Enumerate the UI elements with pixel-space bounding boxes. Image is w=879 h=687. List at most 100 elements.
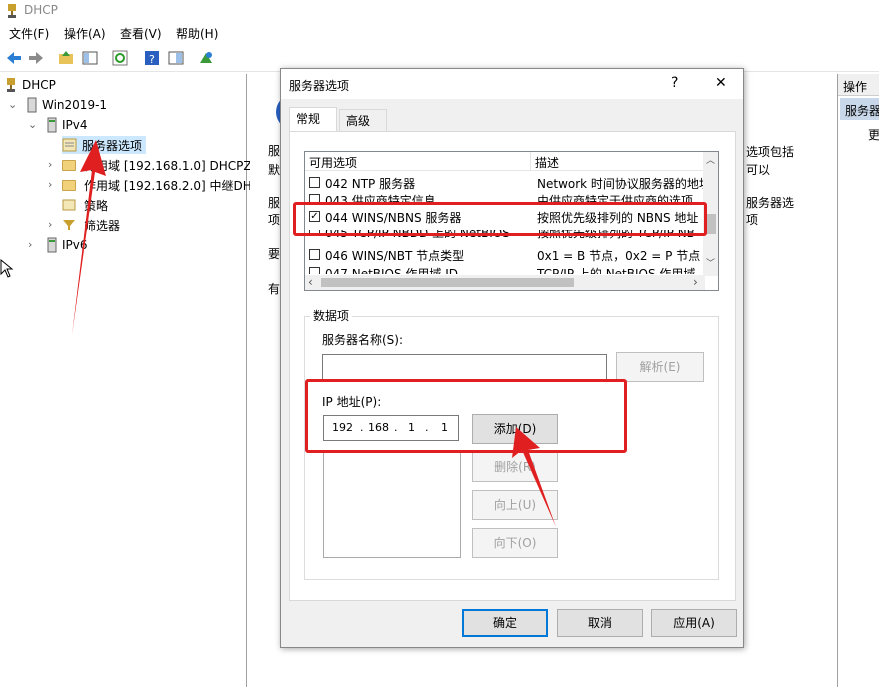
option-row-046[interactable]: 046 WINS/NBT 节点类型 0x1 = B 节点，0x2 = P 节点 bbox=[305, 246, 705, 263]
dhcp-action-icon[interactable] bbox=[197, 49, 215, 67]
option-desc: 由供应商特定于供应商的选项 bbox=[537, 194, 694, 203]
info-text-line: 默 bbox=[268, 163, 281, 177]
filter-icon bbox=[63, 220, 75, 230]
option-checkbox[interactable] bbox=[309, 194, 320, 203]
ip-octet-3: 1 bbox=[408, 421, 415, 434]
chevron-right-icon[interactable]: › bbox=[28, 238, 32, 251]
close-icon[interactable]: ✕ bbox=[715, 75, 727, 91]
resolve-button[interactable]: 解析(E) bbox=[616, 352, 704, 382]
tree-node-ipv6[interactable]: IPv6 bbox=[46, 236, 88, 254]
scroll-thumb[interactable] bbox=[321, 278, 574, 287]
tree-node-dhcp[interactable]: DHCP bbox=[4, 76, 56, 94]
tree-node-scope2[interactable]: 作用域 [192.168.2.0] 中继DHC bbox=[62, 176, 260, 194]
column-header-options[interactable]: 可用选项 bbox=[305, 152, 531, 171]
refresh-icon[interactable] bbox=[111, 49, 129, 67]
ip-address-input[interactable]: 192 . 168 . 1 . 1 bbox=[323, 415, 459, 441]
data-group-label: 数据项 bbox=[310, 307, 353, 324]
option-name: 047 NetBIOS 作用域 ID bbox=[325, 267, 459, 274]
info-text-line: 项 bbox=[268, 213, 281, 227]
ip-address-list[interactable] bbox=[323, 452, 461, 558]
tree-node-filters[interactable]: 筛选器 bbox=[62, 216, 120, 234]
help-button[interactable]: ? bbox=[671, 75, 678, 91]
add-button[interactable]: 添加(D) bbox=[472, 414, 558, 444]
chevron-right-icon[interactable]: › bbox=[48, 218, 52, 231]
option-row-047[interactable]: 047 NetBIOS 作用域 ID TCP/IP 上的 NetBIOS 作用域 bbox=[305, 264, 705, 274]
move-down-button[interactable]: 向下(O) bbox=[472, 528, 558, 558]
tab-general[interactable]: 常规 bbox=[289, 107, 337, 131]
option-row-044[interactable]: ✓ 044 WINS/NBNS 服务器 按照优先级排列的 NBNS 地址 bbox=[305, 208, 705, 225]
remove-button[interactable]: 删除(R) bbox=[472, 452, 558, 482]
info-text-line: 服 bbox=[268, 196, 281, 210]
actions-item-server[interactable]: 服务器 bbox=[840, 98, 879, 120]
scroll-thumb[interactable] bbox=[705, 214, 716, 234]
option-checkbox-checked[interactable]: ✓ bbox=[309, 211, 320, 222]
info-text-line: 服务器选 bbox=[746, 196, 795, 210]
tree-node-label: 作用域 [192.168.2.0] 中继DHC bbox=[84, 178, 261, 193]
option-desc: Network 时间协议服务器的地址 bbox=[537, 177, 705, 191]
folder-icon bbox=[62, 159, 76, 171]
ip-octet-4: 1 bbox=[441, 421, 448, 434]
tree-node-scope1[interactable]: 作用域 [192.168.1.0] DHCPZY bbox=[62, 156, 259, 174]
option-desc: TCP/IP 上的 NetBIOS 作用域 bbox=[537, 267, 696, 274]
dhcp-trophy-icon bbox=[8, 4, 16, 18]
server-name-label: 服务器名称(S): bbox=[322, 333, 404, 347]
ip-address-label: IP 地址(P): bbox=[322, 395, 382, 409]
tree-node-label: Win2019-1 bbox=[42, 98, 108, 112]
server-options-icon bbox=[62, 138, 77, 152]
scroll-left-icon[interactable]: ‹ bbox=[308, 275, 313, 289]
back-arrow-icon[interactable] bbox=[5, 49, 23, 67]
option-checkbox[interactable] bbox=[309, 267, 320, 274]
tree-node-server-options[interactable]: 服务器选项 bbox=[62, 136, 146, 154]
mouse-cursor-icon bbox=[0, 259, 14, 278]
chevron-down-icon[interactable]: ⌄ bbox=[8, 98, 17, 111]
menu-view[interactable]: 查看(V) bbox=[120, 25, 162, 42]
console-tree: DHCP ⌄ Win2019-1 ⌄ IPv4 服务器选项 › 作用域 [192… bbox=[0, 74, 260, 687]
list-horizontal-scrollbar[interactable]: ‹ › bbox=[305, 275, 705, 290]
option-checkbox[interactable] bbox=[309, 249, 320, 260]
option-checkbox[interactable] bbox=[309, 230, 320, 236]
properties-icon[interactable] bbox=[167, 49, 185, 67]
tree-node-label: 服务器选项 bbox=[82, 138, 143, 153]
help-icon[interactable]: ? bbox=[143, 49, 161, 67]
scroll-right-icon[interactable]: › bbox=[693, 275, 698, 289]
tab-advanced[interactable]: 高级 bbox=[339, 109, 387, 131]
cancel-button[interactable]: 取消 bbox=[557, 609, 643, 637]
server-name-input[interactable] bbox=[322, 354, 607, 380]
option-row-043[interactable]: 043 供应商特定信息 由供应商特定于供应商的选项 bbox=[305, 191, 705, 203]
folder-icon bbox=[62, 179, 76, 191]
tree-node-ipv4[interactable]: IPv4 bbox=[46, 116, 88, 134]
window-title: DHCP bbox=[24, 3, 58, 17]
apply-button[interactable]: 应用(A) bbox=[651, 609, 737, 637]
scroll-up-icon[interactable]: ︿ bbox=[706, 153, 715, 166]
list-vertical-scrollbar[interactable]: ︿ ﹀ bbox=[703, 152, 718, 276]
menu-action[interactable]: 操作(A) bbox=[64, 25, 106, 42]
ip-dot: . bbox=[360, 421, 364, 434]
menu-help[interactable]: 帮助(H) bbox=[176, 25, 218, 42]
actions-header: 操作 bbox=[838, 74, 879, 96]
tree-node-policies[interactable]: 策略 bbox=[62, 196, 108, 214]
chevron-right-icon[interactable]: › bbox=[48, 158, 52, 171]
ok-button[interactable]: 确定 bbox=[462, 609, 548, 637]
policy-icon bbox=[62, 199, 76, 211]
chevron-down-icon[interactable]: ⌄ bbox=[28, 118, 37, 131]
column-header-description[interactable]: 描述 bbox=[531, 152, 705, 171]
actions-item-more[interactable]: 更 bbox=[868, 126, 879, 143]
tree-node-label: 策略 bbox=[84, 198, 109, 213]
option-row-045[interactable]: 045 TCP/IP NBDD 上的 NetBIOS 按照优先级排列的 TCP/… bbox=[305, 230, 705, 242]
info-text-line: 要 bbox=[268, 247, 281, 261]
chevron-right-icon[interactable]: › bbox=[48, 178, 52, 191]
menu-file[interactable]: 文件(F) bbox=[9, 25, 49, 42]
option-name: 043 供应商特定信息 bbox=[325, 194, 436, 203]
option-checkbox[interactable] bbox=[309, 177, 320, 188]
available-options-list[interactable]: 可用选项 描述 042 NTP 服务器 Network 时间协议服务器的地址 0… bbox=[304, 151, 719, 291]
move-up-button[interactable]: 向上(U) bbox=[472, 490, 558, 520]
option-row-042[interactable]: 042 NTP 服务器 Network 时间协议服务器的地址 bbox=[305, 174, 705, 191]
up-folder-icon[interactable] bbox=[57, 49, 75, 67]
show-hide-tree-icon[interactable] bbox=[81, 49, 99, 67]
scroll-down-icon[interactable]: ﹀ bbox=[706, 256, 715, 269]
info-text-line: 可以 bbox=[746, 163, 771, 177]
forward-arrow-icon[interactable] bbox=[27, 49, 45, 67]
tree-node-server[interactable]: Win2019-1 bbox=[26, 96, 107, 114]
ip-dot: . bbox=[425, 421, 429, 434]
info-text-line: 有 bbox=[268, 282, 281, 296]
